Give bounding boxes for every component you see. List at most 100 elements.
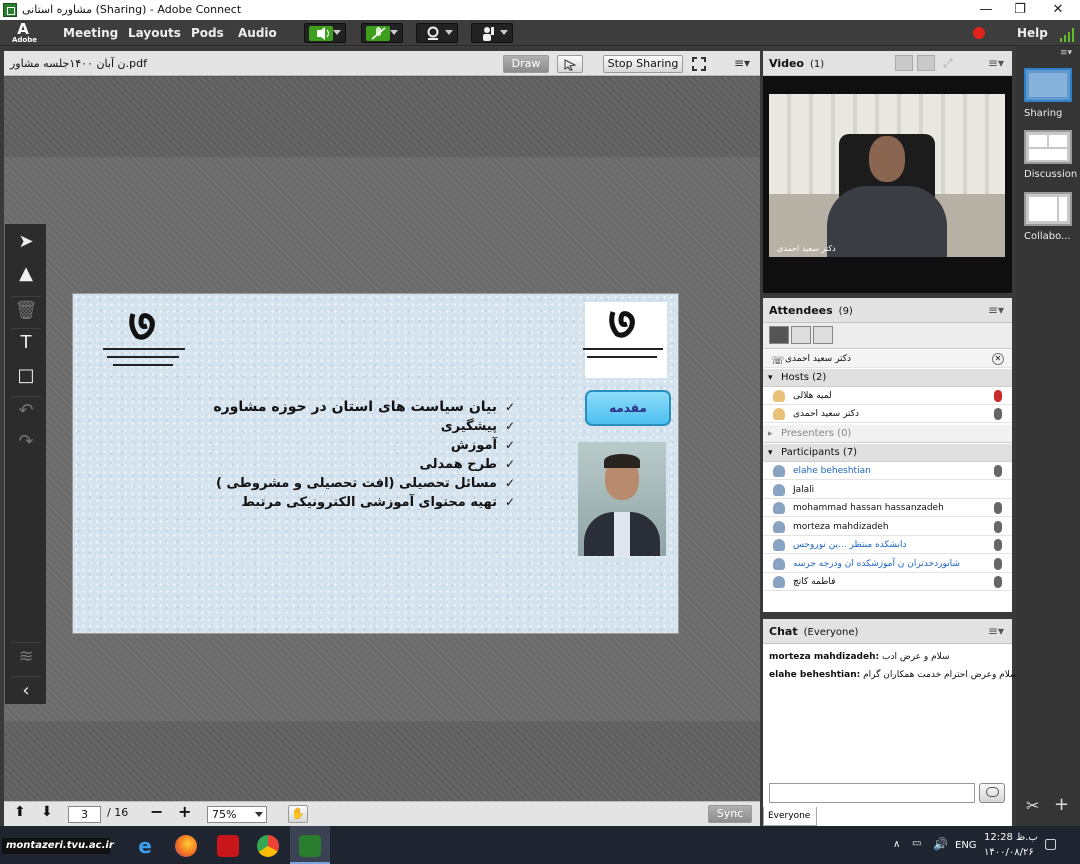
intro-slide-button[interactable]: مقدمه — [585, 390, 671, 426]
slide-bullet-list: بیان سیاست های استان در حوزه مشاوره پیشگ… — [213, 398, 515, 512]
pod-options-menu-icon[interactable]: ≡▾ — [734, 56, 750, 70]
participants-section[interactable]: Participants (7) — [763, 444, 1012, 462]
layout-discussion[interactable] — [1024, 130, 1072, 164]
text-tool-icon[interactable]: T — [11, 328, 41, 356]
webcam-feed: دکتر سعید احمدی — [769, 94, 1005, 257]
pointer-toggle-button[interactable] — [557, 55, 583, 73]
chat-tab-everyone[interactable]: Everyone — [763, 807, 817, 826]
page-down-icon[interactable]: ⬇ — [41, 804, 53, 820]
participant-avatar-icon — [773, 539, 785, 551]
layout-sharing[interactable] — [1024, 68, 1072, 102]
layers-icon[interactable]: ≋ — [11, 642, 41, 670]
university-logo — [581, 306, 669, 378]
acrobat-icon[interactable] — [217, 835, 239, 857]
edge-browser-icon[interactable]: e — [134, 835, 156, 857]
window-titlebar: مشاوره استانی (Sharing) - Adobe Connect … — [0, 0, 1080, 20]
attendee-row[interactable]: شابوردخدتران ن آموزشکده ان ودرجه جرسه — [763, 555, 1012, 573]
filmstrip-view-icon[interactable] — [917, 55, 935, 71]
rail-menu-icon[interactable]: ≡▾ — [1060, 48, 1072, 58]
attendee-row[interactable]: لمیه هلالی — [763, 387, 1012, 405]
hosts-section[interactable]: Hosts (2) — [763, 369, 1012, 387]
participant-avatar-icon — [773, 484, 785, 496]
zoom-out-icon[interactable]: − — [150, 802, 163, 821]
chrome-icon[interactable] — [257, 835, 279, 857]
attendee-row[interactable]: دانشکده منتظر ...ین نوروحس — [763, 536, 1012, 554]
menu-pods[interactable]: Pods — [191, 26, 224, 40]
manage-layouts-icon[interactable]: ✂ — [1026, 796, 1039, 815]
maximize-button[interactable]: ❐ — [1003, 0, 1037, 20]
recording-indicator-icon[interactable] — [973, 27, 985, 39]
attendee-row[interactable]: دکتر سعید احمدی — [763, 405, 1012, 423]
network-icon[interactable]: ▭ — [912, 838, 921, 849]
status-view-icon[interactable] — [813, 326, 833, 344]
pod-options-menu-icon[interactable]: ≡▾ — [988, 303, 1004, 317]
chat-input[interactable] — [769, 783, 975, 803]
participant-avatar-icon — [773, 576, 785, 588]
stop-sharing-button[interactable]: Stop Sharing — [603, 55, 683, 73]
menu-help[interactable]: Help — [1017, 26, 1048, 40]
video-pod: Video (1) ⤢ ≡▾ دکتر سعید احمدی — [763, 51, 1012, 293]
attendee-row[interactable]: elahe beheshtian — [763, 462, 1012, 480]
fullscreen-icon[interactable] — [692, 56, 706, 75]
breakout-view-icon[interactable] — [791, 326, 811, 344]
clear-search-icon[interactable]: ✕ — [992, 353, 1004, 365]
chevron-down-icon — [390, 30, 398, 35]
microphone-icon — [994, 502, 1002, 514]
taskbar-active-app[interactable] — [290, 826, 330, 864]
tray-chevron-icon[interactable]: ∧ — [893, 839, 900, 850]
presenters-section[interactable]: Presenters (0) — [763, 425, 1012, 443]
layout-collaboration[interactable] — [1024, 192, 1072, 226]
clock-time[interactable]: 12:28 ب.ظ — [984, 832, 1038, 843]
collapse-toolbar-icon[interactable]: ‹ — [11, 676, 41, 704]
fullscreen-icon[interactable]: ⤢ — [943, 56, 953, 71]
send-message-button[interactable] — [979, 783, 1005, 803]
participant-avatar-icon — [773, 465, 785, 477]
page-up-icon[interactable]: ⬆ — [14, 804, 26, 820]
share-pod-header: ن آبان ۱۴۰۰جلسه مشاور.pdf Draw Stop Shar… — [4, 51, 760, 76]
microphone-icon — [994, 558, 1002, 570]
list-view-icon[interactable] — [769, 326, 789, 344]
zoom-select[interactable]: 75% — [207, 806, 267, 823]
os-taskbar: montazeri.tvu.ac.ir e ∧ ▭ 🔊 ENG 12:28 ب.… — [0, 826, 1080, 864]
share-background-strip — [4, 77, 760, 157]
sync-button[interactable]: Sync — [708, 805, 752, 823]
close-button[interactable]: ✕ — [1041, 0, 1075, 20]
microphone-icon — [994, 390, 1002, 402]
redo-icon[interactable]: ↷ — [11, 428, 41, 456]
menu-audio[interactable]: Audio — [238, 26, 277, 40]
page-number-input[interactable]: 3 — [68, 806, 101, 823]
grid-view-icon[interactable] — [895, 55, 913, 71]
raise-hand-button[interactable] — [471, 23, 513, 43]
draw-button[interactable]: Draw — [503, 55, 549, 73]
firefox-icon[interactable] — [175, 835, 197, 857]
speaker-button[interactable] — [304, 23, 346, 43]
hand-tool-icon[interactable]: ✋ — [288, 805, 308, 823]
webcam-button[interactable] — [416, 23, 458, 43]
shape-tool-icon[interactable]: □ — [11, 362, 41, 390]
slide-bullet: پیشگیری — [223, 417, 515, 436]
video-speaker-label: دکتر سعید احمدی — [777, 244, 836, 253]
attendee-row[interactable]: فاطمه کاتچ — [763, 573, 1012, 591]
pod-options-menu-icon[interactable]: ≡▾ — [988, 56, 1004, 70]
highlighter-tool-icon[interactable]: ▲ — [11, 260, 41, 288]
notification-icon[interactable]: ▢ — [1044, 836, 1057, 852]
minimize-button[interactable]: — — [969, 0, 1003, 20]
university-logo — [101, 308, 189, 380]
attendee-row[interactable]: mohammad hassan hassanzadeh — [763, 499, 1012, 517]
undo-icon[interactable]: ↶ — [11, 396, 41, 424]
clock-date[interactable]: ۱۴۰۰/۰۸/۲۶ — [984, 847, 1034, 858]
zoom-in-icon[interactable]: + — [178, 802, 191, 821]
attendee-row[interactable]: Jalali — [763, 481, 1012, 499]
add-layout-icon[interactable]: + — [1054, 794, 1069, 815]
pod-options-menu-icon[interactable]: ≡▾ — [988, 624, 1004, 638]
delete-tool-icon[interactable]: 🗑 — [11, 296, 41, 324]
menu-meeting[interactable]: Meeting — [63, 26, 118, 40]
microphone-button[interactable] — [361, 23, 403, 43]
chevron-down-icon — [500, 30, 508, 35]
volume-icon[interactable]: 🔊 — [933, 837, 948, 851]
attendee-row[interactable]: morteza mahdizadeh — [763, 518, 1012, 536]
menu-layouts[interactable]: Layouts — [128, 26, 181, 40]
select-tool-icon[interactable]: ➤ — [11, 228, 41, 256]
language-indicator[interactable]: ENG — [955, 840, 977, 851]
slide-bullet: مسائل تحصیلی (افت تحصیلی و مشروطی ) — [216, 474, 515, 493]
